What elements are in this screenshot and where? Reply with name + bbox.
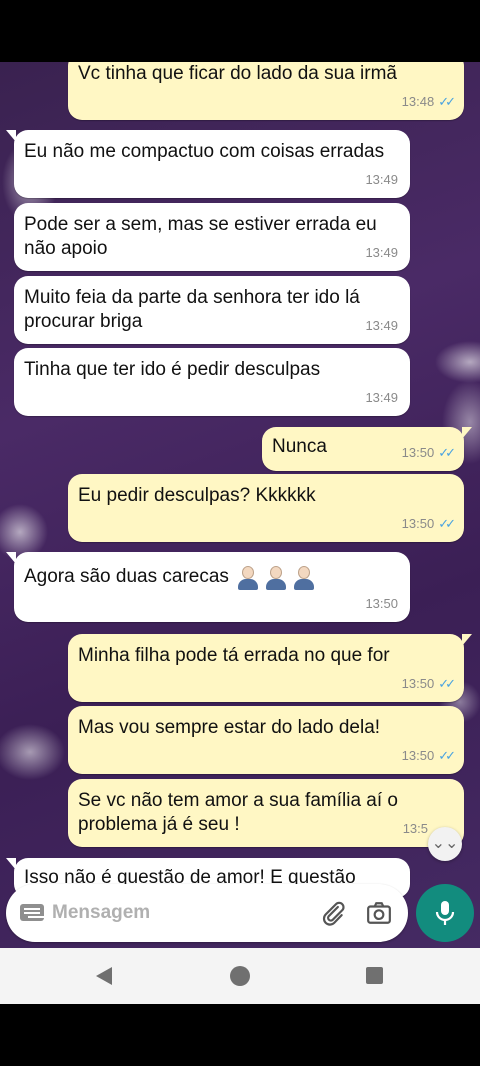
message-bubble[interactable]: Minha filha pode tá errada no que for 13… [68, 634, 472, 702]
read-ticks-icon: ✓✓ [438, 676, 456, 691]
message-meta: 13:5 [403, 817, 428, 841]
message-time: 13:48 [401, 94, 435, 109]
man-facepalming-icon [263, 564, 289, 590]
message-meta: 13:49 [365, 168, 398, 192]
message-text: Mas vou sempre estar do lado dela! [78, 717, 381, 738]
message-time: 13:50 [365, 596, 398, 611]
camera-icon[interactable] [366, 900, 392, 926]
message-text: Tinha que ter ido é pedir desculpas [24, 359, 321, 380]
system-navigation-bar [0, 948, 480, 1004]
read-ticks-icon: ✓✓ [438, 94, 456, 109]
message-meta: 13:49 [365, 386, 398, 410]
message-time: 13:5 [402, 821, 428, 836]
message-time: 13:50 [401, 516, 435, 531]
message-meta: 13:50 ✓✓ [401, 512, 456, 536]
message-meta: 13:48 ✓✓ [401, 90, 456, 114]
message-meta: 13:50 ✓✓ [401, 744, 456, 768]
scroll-to-bottom-button[interactable]: ⌄⌄ [428, 827, 462, 861]
message-bubble[interactable]: Eu não me compactuo com coisas erradas 1… [6, 130, 410, 198]
message-text: Eu não me compactuo com coisas erradas [24, 141, 385, 162]
message-bubble[interactable]: Mas vou sempre estar do lado dela! 13:50… [68, 706, 464, 774]
man-facepalming-icon [235, 564, 261, 590]
message-bubble[interactable]: Nunca 13:50 ✓✓ [262, 427, 472, 471]
chat-area[interactable]: Vc tinha que ficar do lado da sua irmã 1… [0, 62, 480, 948]
back-icon[interactable] [96, 967, 112, 985]
message-text-body: Agora são duas carecas [24, 566, 229, 588]
message-bubble[interactable]: Pode ser a sem, mas se estiver errada eu… [14, 203, 410, 271]
voice-record-button[interactable] [416, 884, 474, 942]
message-meta: 13:50 ✓✓ [401, 672, 456, 696]
message-time: 13:49 [365, 390, 398, 405]
message-composer[interactable]: Mensagem [6, 884, 408, 942]
message-text: Se vc não tem amor a sua família aí o pr… [78, 790, 404, 835]
message-bubble[interactable]: Se vc não tem amor a sua família aí o pr… [68, 779, 464, 847]
read-ticks-icon: ✓✓ [438, 516, 456, 531]
message-meta: 13:50 ✓✓ [401, 441, 456, 465]
message-bubble[interactable]: Agora são duas carecas 13:50 [6, 552, 410, 622]
attach-icon[interactable] [320, 900, 346, 926]
man-facepalming-icon [291, 564, 317, 590]
recent-apps-icon[interactable] [366, 967, 383, 984]
message-time: 13:50 [401, 676, 435, 691]
home-icon[interactable] [230, 966, 250, 986]
message-time: 13:49 [365, 245, 398, 260]
message-meta: 13:49 [365, 241, 398, 265]
message-time: 13:50 [401, 445, 435, 460]
message-input[interactable]: Mensagem [52, 902, 150, 924]
message-text: Vc tinha que ficar do lado da sua irmã [78, 63, 397, 84]
read-ticks-icon: ✓✓ [438, 445, 456, 460]
facepalm-emoji-group [235, 564, 317, 590]
keyboard-icon[interactable] [20, 904, 44, 921]
mic-icon [435, 901, 455, 925]
double-chevron-down-icon: ⌄⌄ [431, 835, 459, 852]
message-bubble[interactable]: Muito feia da parte da senhora ter ido l… [14, 276, 410, 344]
message-text: Muito feia da parte da senhora ter ido l… [24, 287, 366, 332]
message-bubble[interactable]: Vc tinha que ficar do lado da sua irmã 1… [68, 62, 464, 120]
message-time: 13:49 [365, 172, 398, 187]
message-time: 13:49 [365, 318, 398, 333]
message-bubble[interactable]: Tinha que ter ido é pedir desculpas 13:4… [14, 348, 410, 416]
message-bubble[interactable]: Eu pedir desculpas? Kkkkkk 13:50 ✓✓ [68, 474, 464, 542]
message-text: Agora são duas carecas [24, 564, 398, 590]
message-time: 13:50 [401, 748, 435, 763]
message-text: Pode ser a sem, mas se estiver errada eu… [24, 214, 382, 259]
message-meta: 13:50 [365, 592, 398, 616]
message-meta: 13:49 [365, 314, 398, 338]
message-text: Eu pedir desculpas? Kkkkkk [78, 485, 316, 506]
message-text: Minha filha pode tá errada no que for [78, 645, 390, 666]
read-ticks-icon: ✓✓ [438, 748, 456, 763]
